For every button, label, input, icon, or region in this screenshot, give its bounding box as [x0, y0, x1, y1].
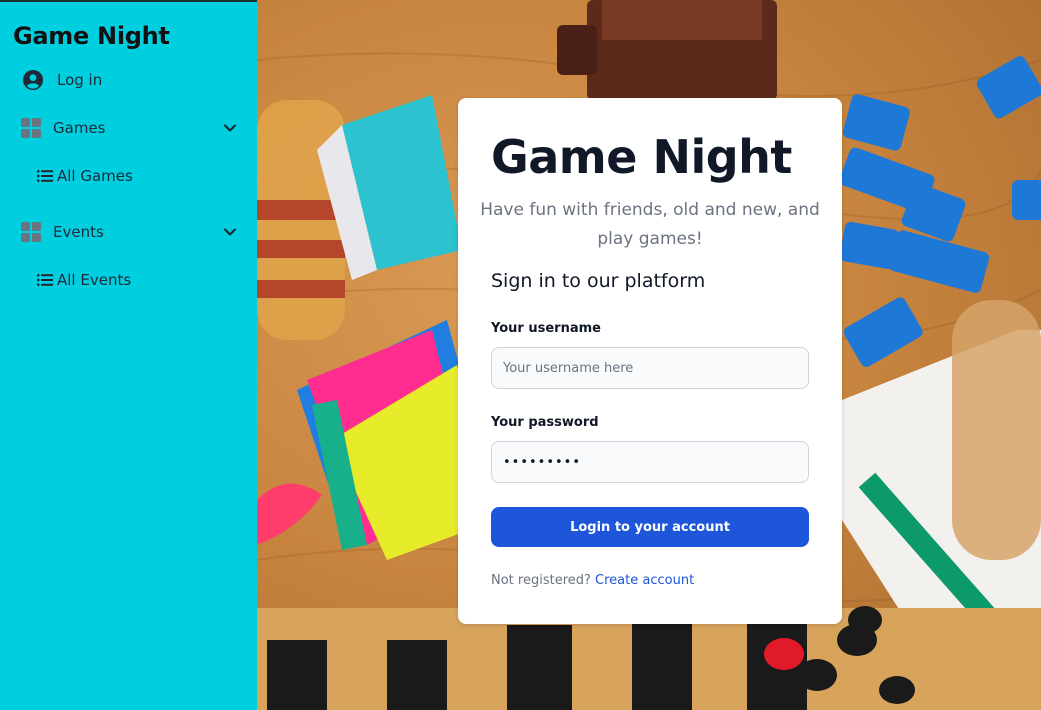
password-label: Your password	[491, 415, 599, 430]
sidebar-item-all-games[interactable]: All Games	[0, 156, 257, 196]
page-title: Game Night	[491, 130, 792, 184]
login-button[interactable]: Login to your account	[491, 507, 809, 547]
form-heading: Sign in to our platform	[491, 270, 706, 292]
login-card: Game Night Have fun with friends, old an…	[458, 98, 842, 624]
brand-title[interactable]: Game Night	[13, 22, 170, 50]
username-input[interactable]	[491, 347, 809, 389]
sidebar-item-label: Log in	[57, 71, 103, 89]
sidebar-item-label: All Events	[57, 271, 132, 289]
list-icon	[37, 274, 53, 286]
sidebar-item-all-events[interactable]: All Events	[0, 260, 257, 300]
sidebar-item-games[interactable]: Games	[0, 108, 257, 148]
chevron-down-icon[interactable]	[222, 224, 238, 240]
sidebar-item-label: All Games	[57, 167, 133, 185]
chevron-down-icon[interactable]	[222, 120, 238, 136]
create-account-link[interactable]: Create account	[595, 573, 694, 588]
username-label: Your username	[491, 321, 601, 336]
sidebar-item-label: Events	[53, 223, 104, 241]
user-circle-icon	[23, 70, 43, 90]
sidebar-item-login[interactable]: Log in	[0, 60, 257, 100]
sidebar: Game Night Log in Games All Games Events…	[0, 0, 257, 710]
register-prompt-text: Not registered?	[491, 573, 591, 588]
list-icon	[37, 170, 53, 182]
sidebar-item-label: Games	[53, 119, 106, 137]
sidebar-item-events[interactable]: Events	[0, 212, 257, 252]
password-input[interactable]	[491, 441, 809, 483]
page-subtitle: Have fun with friends, old and new, and …	[480, 200, 820, 249]
grid-icon	[21, 222, 41, 242]
register-prompt: Not registered? Create account	[491, 573, 694, 588]
grid-icon	[21, 118, 41, 138]
